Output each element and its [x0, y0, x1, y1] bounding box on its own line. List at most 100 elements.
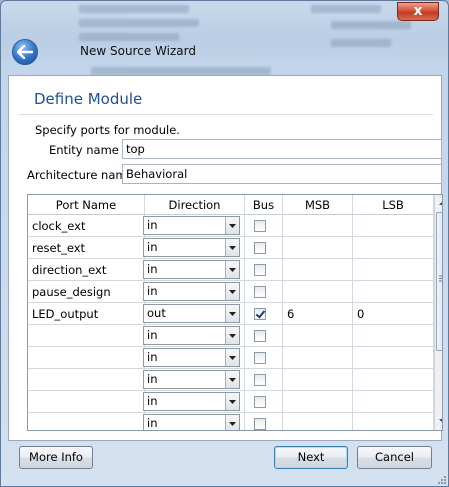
scroll-down-arrow-icon — [439, 419, 442, 423]
port-name-cell[interactable]: direction_ext — [28, 259, 145, 281]
direction-cell: out — [143, 303, 245, 325]
bus-checkbox[interactable] — [254, 330, 266, 342]
architecture-name-field[interactable]: Behavioral — [122, 164, 442, 184]
bus-cell — [245, 237, 283, 259]
direction-select[interactable]: in — [143, 282, 240, 301]
direction-value: in — [147, 218, 158, 232]
lsb-cell[interactable] — [353, 391, 434, 413]
direction-select[interactable]: in — [143, 326, 240, 345]
lsb-cell[interactable] — [353, 325, 434, 347]
column-header-port-name: Port Name — [28, 195, 145, 215]
lsb-cell[interactable] — [353, 281, 434, 303]
lsb-cell[interactable] — [353, 413, 434, 430]
direction-select[interactable]: in — [143, 348, 240, 367]
scroll-up-button[interactable] — [436, 196, 442, 210]
bus-checkbox[interactable] — [254, 242, 266, 254]
direction-select[interactable]: in — [143, 216, 240, 235]
next-button[interactable]: Next — [274, 446, 348, 469]
msb-cell[interactable] — [283, 237, 353, 259]
direction-select[interactable]: in — [143, 414, 240, 430]
wizard-window: x New Source Wizard Define Module Specif… — [0, 0, 449, 487]
chevron-down-icon[interactable] — [225, 349, 239, 366]
lsb-cell[interactable] — [353, 215, 434, 237]
port-name-cell[interactable] — [28, 391, 145, 413]
bus-checkbox[interactable] — [254, 418, 266, 430]
port-name-cell[interactable] — [28, 413, 145, 430]
lsb-cell[interactable]: 0 — [353, 303, 434, 325]
chevron-down-icon[interactable] — [225, 283, 239, 300]
bus-checkbox[interactable] — [254, 396, 266, 408]
instruction-text: Specify ports for module. — [35, 123, 180, 137]
msb-cell[interactable] — [283, 259, 353, 281]
bus-cell — [245, 325, 283, 347]
lsb-cell[interactable] — [353, 369, 434, 391]
bus-checkbox[interactable] — [254, 308, 266, 320]
chevron-down-icon[interactable] — [225, 415, 239, 430]
chevron-down-icon[interactable] — [225, 239, 239, 256]
direction-value: in — [147, 240, 158, 254]
msb-cell[interactable] — [283, 215, 353, 237]
entity-name-label: Entity name — [49, 143, 119, 157]
chevron-down-icon[interactable] — [225, 217, 239, 234]
bus-checkbox[interactable] — [254, 374, 266, 386]
msb-cell[interactable]: 6 — [283, 303, 353, 325]
bus-cell — [245, 215, 283, 237]
more-info-button[interactable]: More Info — [19, 446, 93, 469]
lsb-cell[interactable] — [353, 259, 434, 281]
heading-divider — [19, 114, 433, 115]
back-button[interactable] — [12, 39, 38, 65]
direction-select[interactable]: in — [143, 370, 240, 389]
column-header-bus: Bus — [245, 195, 283, 215]
window-close-button[interactable]: x — [397, 2, 439, 21]
msb-cell[interactable] — [283, 281, 353, 303]
grip-lines-icon — [439, 275, 442, 282]
direction-select[interactable]: out — [143, 304, 240, 323]
direction-value: in — [147, 416, 158, 430]
chevron-down-icon[interactable] — [225, 371, 239, 388]
direction-cell: in — [143, 391, 245, 413]
msb-cell[interactable] — [283, 347, 353, 369]
direction-value: out — [147, 306, 166, 320]
port-name-cell[interactable] — [28, 347, 145, 369]
chevron-down-icon[interactable] — [225, 261, 239, 278]
port-name-cell[interactable] — [28, 369, 145, 391]
bus-checkbox[interactable] — [254, 352, 266, 364]
chevron-down-icon[interactable] — [225, 305, 239, 322]
resize-grip-icon[interactable] — [435, 473, 447, 485]
direction-cell: in — [143, 325, 245, 347]
direction-cell: in — [143, 281, 245, 303]
lsb-cell[interactable] — [353, 237, 434, 259]
msb-cell[interactable] — [283, 391, 353, 413]
lsb-cell[interactable] — [353, 347, 434, 369]
port-name-cell[interactable] — [28, 325, 145, 347]
back-arrow-icon — [17, 45, 33, 59]
port-name-cell[interactable]: reset_ext — [28, 237, 145, 259]
direction-select[interactable]: in — [143, 392, 240, 411]
ports-table: Port Name Direction Bus MSB LSB clock_ex… — [27, 194, 443, 431]
architecture-name-label: Architecture name — [27, 168, 134, 182]
entity-name-field[interactable]: top — [122, 139, 442, 159]
bus-checkbox[interactable] — [254, 220, 266, 232]
direction-cell: in — [143, 215, 245, 237]
port-name-cell[interactable]: pause_design — [28, 281, 145, 303]
direction-value: in — [147, 350, 158, 364]
direction-select[interactable]: in — [143, 260, 240, 279]
msb-cell[interactable] — [283, 413, 353, 430]
bus-checkbox[interactable] — [254, 264, 266, 276]
direction-select[interactable]: in — [143, 238, 240, 257]
scrollbar-thumb[interactable] — [436, 212, 442, 351]
table-scrollbar[interactable] — [434, 195, 442, 430]
bus-checkbox[interactable] — [254, 286, 266, 298]
column-header-msb: MSB — [283, 195, 353, 215]
msb-cell[interactable] — [283, 325, 353, 347]
msb-cell[interactable] — [283, 369, 353, 391]
scroll-up-arrow-icon — [439, 201, 442, 205]
scroll-down-button[interactable] — [436, 414, 442, 428]
port-name-cell[interactable]: LED_output — [28, 303, 145, 325]
port-name-cell[interactable]: clock_ext — [28, 215, 145, 237]
chevron-down-icon[interactable] — [225, 327, 239, 344]
cancel-button[interactable]: Cancel — [357, 446, 432, 469]
page-title: Define Module — [34, 90, 143, 108]
chevron-down-icon[interactable] — [225, 393, 239, 410]
wizard-content-panel: Define Module Specify ports for module. … — [8, 75, 443, 441]
